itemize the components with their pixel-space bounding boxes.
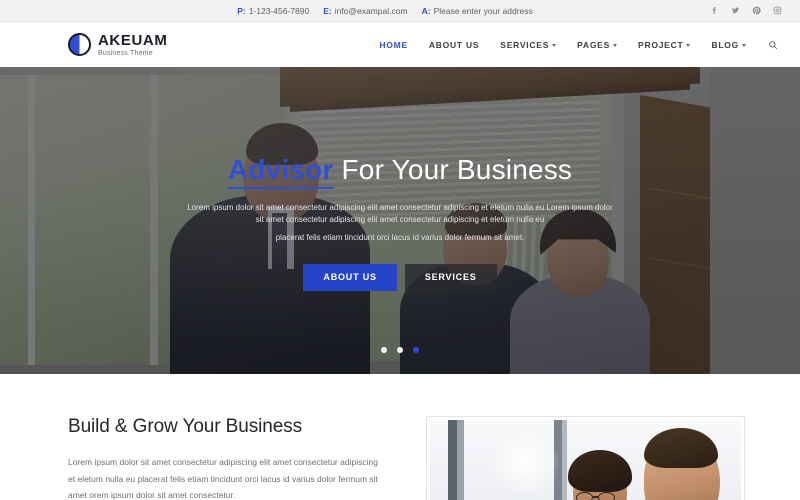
slider-dot-2[interactable]: [397, 347, 403, 353]
nav-item-pages[interactable]: PAGES: [577, 39, 618, 50]
about-text-column: Build & Grow Your Business Lorem ipsum d…: [68, 416, 378, 500]
about-image-frame: [426, 416, 745, 500]
nav-item-project[interactable]: PROJECT: [638, 39, 691, 50]
about-us-button[interactable]: ABOUT US: [303, 263, 397, 291]
hero-buttons: ABOUT US SERVICES: [303, 263, 497, 291]
brand-text: AKEUAM Business Theme: [98, 33, 167, 57]
top-info-bar: P: 1-123-456-7890 E: info@exampal.com A:…: [0, 0, 800, 22]
hero-title-highlight: Advisor: [227, 154, 334, 189]
nav-item-blog[interactable]: BLOG: [711, 40, 746, 50]
nav-label-about-us: ABOUT US: [428, 39, 480, 50]
hero-subtitle-line3: placerat felis etiam tincidunt orci lacu…: [275, 232, 525, 242]
phone-label: P:: [237, 5, 246, 16]
hero-slider: Advisor For Your Business Lorem ipsum do…: [0, 67, 800, 374]
logo-circle-icon: [68, 33, 91, 56]
nav-label-services: SERVICES: [500, 39, 550, 50]
main-navigation: HOME ABOUT US SERVICES PAGES PROJECT BLO…: [379, 39, 778, 50]
email-label: E:: [323, 5, 332, 16]
about-image: [430, 420, 741, 500]
site-header: AKEUAM Business Theme HOME ABOUT US SERV…: [0, 22, 800, 67]
twitter-icon[interactable]: [731, 6, 740, 15]
nav-label-blog: BLOG: [711, 39, 739, 50]
slider-dot-1[interactable]: [381, 347, 387, 353]
slider-dot-3[interactable]: [413, 347, 419, 353]
search-icon[interactable]: [767, 39, 778, 50]
nav-label-project: PROJECT: [638, 39, 684, 50]
slider-pagination: [0, 347, 800, 353]
hero-title-rest: For Your Business: [333, 154, 573, 185]
nav-label-home: HOME: [379, 39, 408, 50]
nav-item-home[interactable]: HOME: [379, 40, 408, 50]
chevron-down-icon: [613, 43, 618, 47]
contact-phone[interactable]: P: 1-123-456-7890: [237, 6, 309, 16]
contact-email[interactable]: E: info@exampal.com: [323, 6, 407, 16]
address-label: A:: [421, 5, 431, 16]
contact-address[interactable]: A: Please enter your address: [422, 6, 533, 16]
instagram-icon[interactable]: [773, 6, 782, 15]
facebook-icon[interactable]: [710, 6, 719, 15]
about-section: Build & Grow Your Business Lorem ipsum d…: [0, 374, 800, 500]
services-button[interactable]: SERVICES: [404, 263, 497, 291]
nav-label-pages: PAGES: [577, 39, 611, 50]
chevron-down-icon: [552, 43, 557, 47]
phone-value: 1-123-456-7890: [248, 5, 310, 16]
hero-subtitle: Lorem ipsum dolor sit amet consectetur a…: [185, 202, 615, 244]
brand-name: AKEUAM: [98, 31, 168, 49]
about-image-column: [426, 416, 745, 500]
brand-tagline: Business Theme: [98, 49, 153, 57]
topbar-contacts: P: 1-123-456-7890 E: info@exampal.com A:…: [0, 6, 710, 16]
pinterest-icon[interactable]: [752, 6, 761, 15]
about-paragraph-1: Lorem ipsum dolor sit amet consectetur a…: [68, 457, 378, 500]
hero-content: Advisor For Your Business Lorem ipsum do…: [0, 67, 800, 374]
address-value: Please enter your address: [433, 5, 533, 16]
nav-item-services[interactable]: SERVICES: [500, 39, 557, 50]
hero-subtitle-line1: Lorem ipsum dolor sit amet consectetur a…: [187, 202, 545, 212]
brand-logo[interactable]: AKEUAM Business Theme: [68, 33, 167, 57]
chevron-down-icon: [686, 43, 691, 47]
chevron-down-icon: [742, 43, 746, 47]
email-value: info@exampal.com: [334, 5, 408, 16]
page-title: Build & Grow Your Business: [68, 416, 302, 437]
social-links: [710, 6, 782, 15]
nav-item-about-us[interactable]: ABOUT US: [429, 40, 479, 50]
hero-title: Advisor For Your Business: [227, 154, 573, 189]
